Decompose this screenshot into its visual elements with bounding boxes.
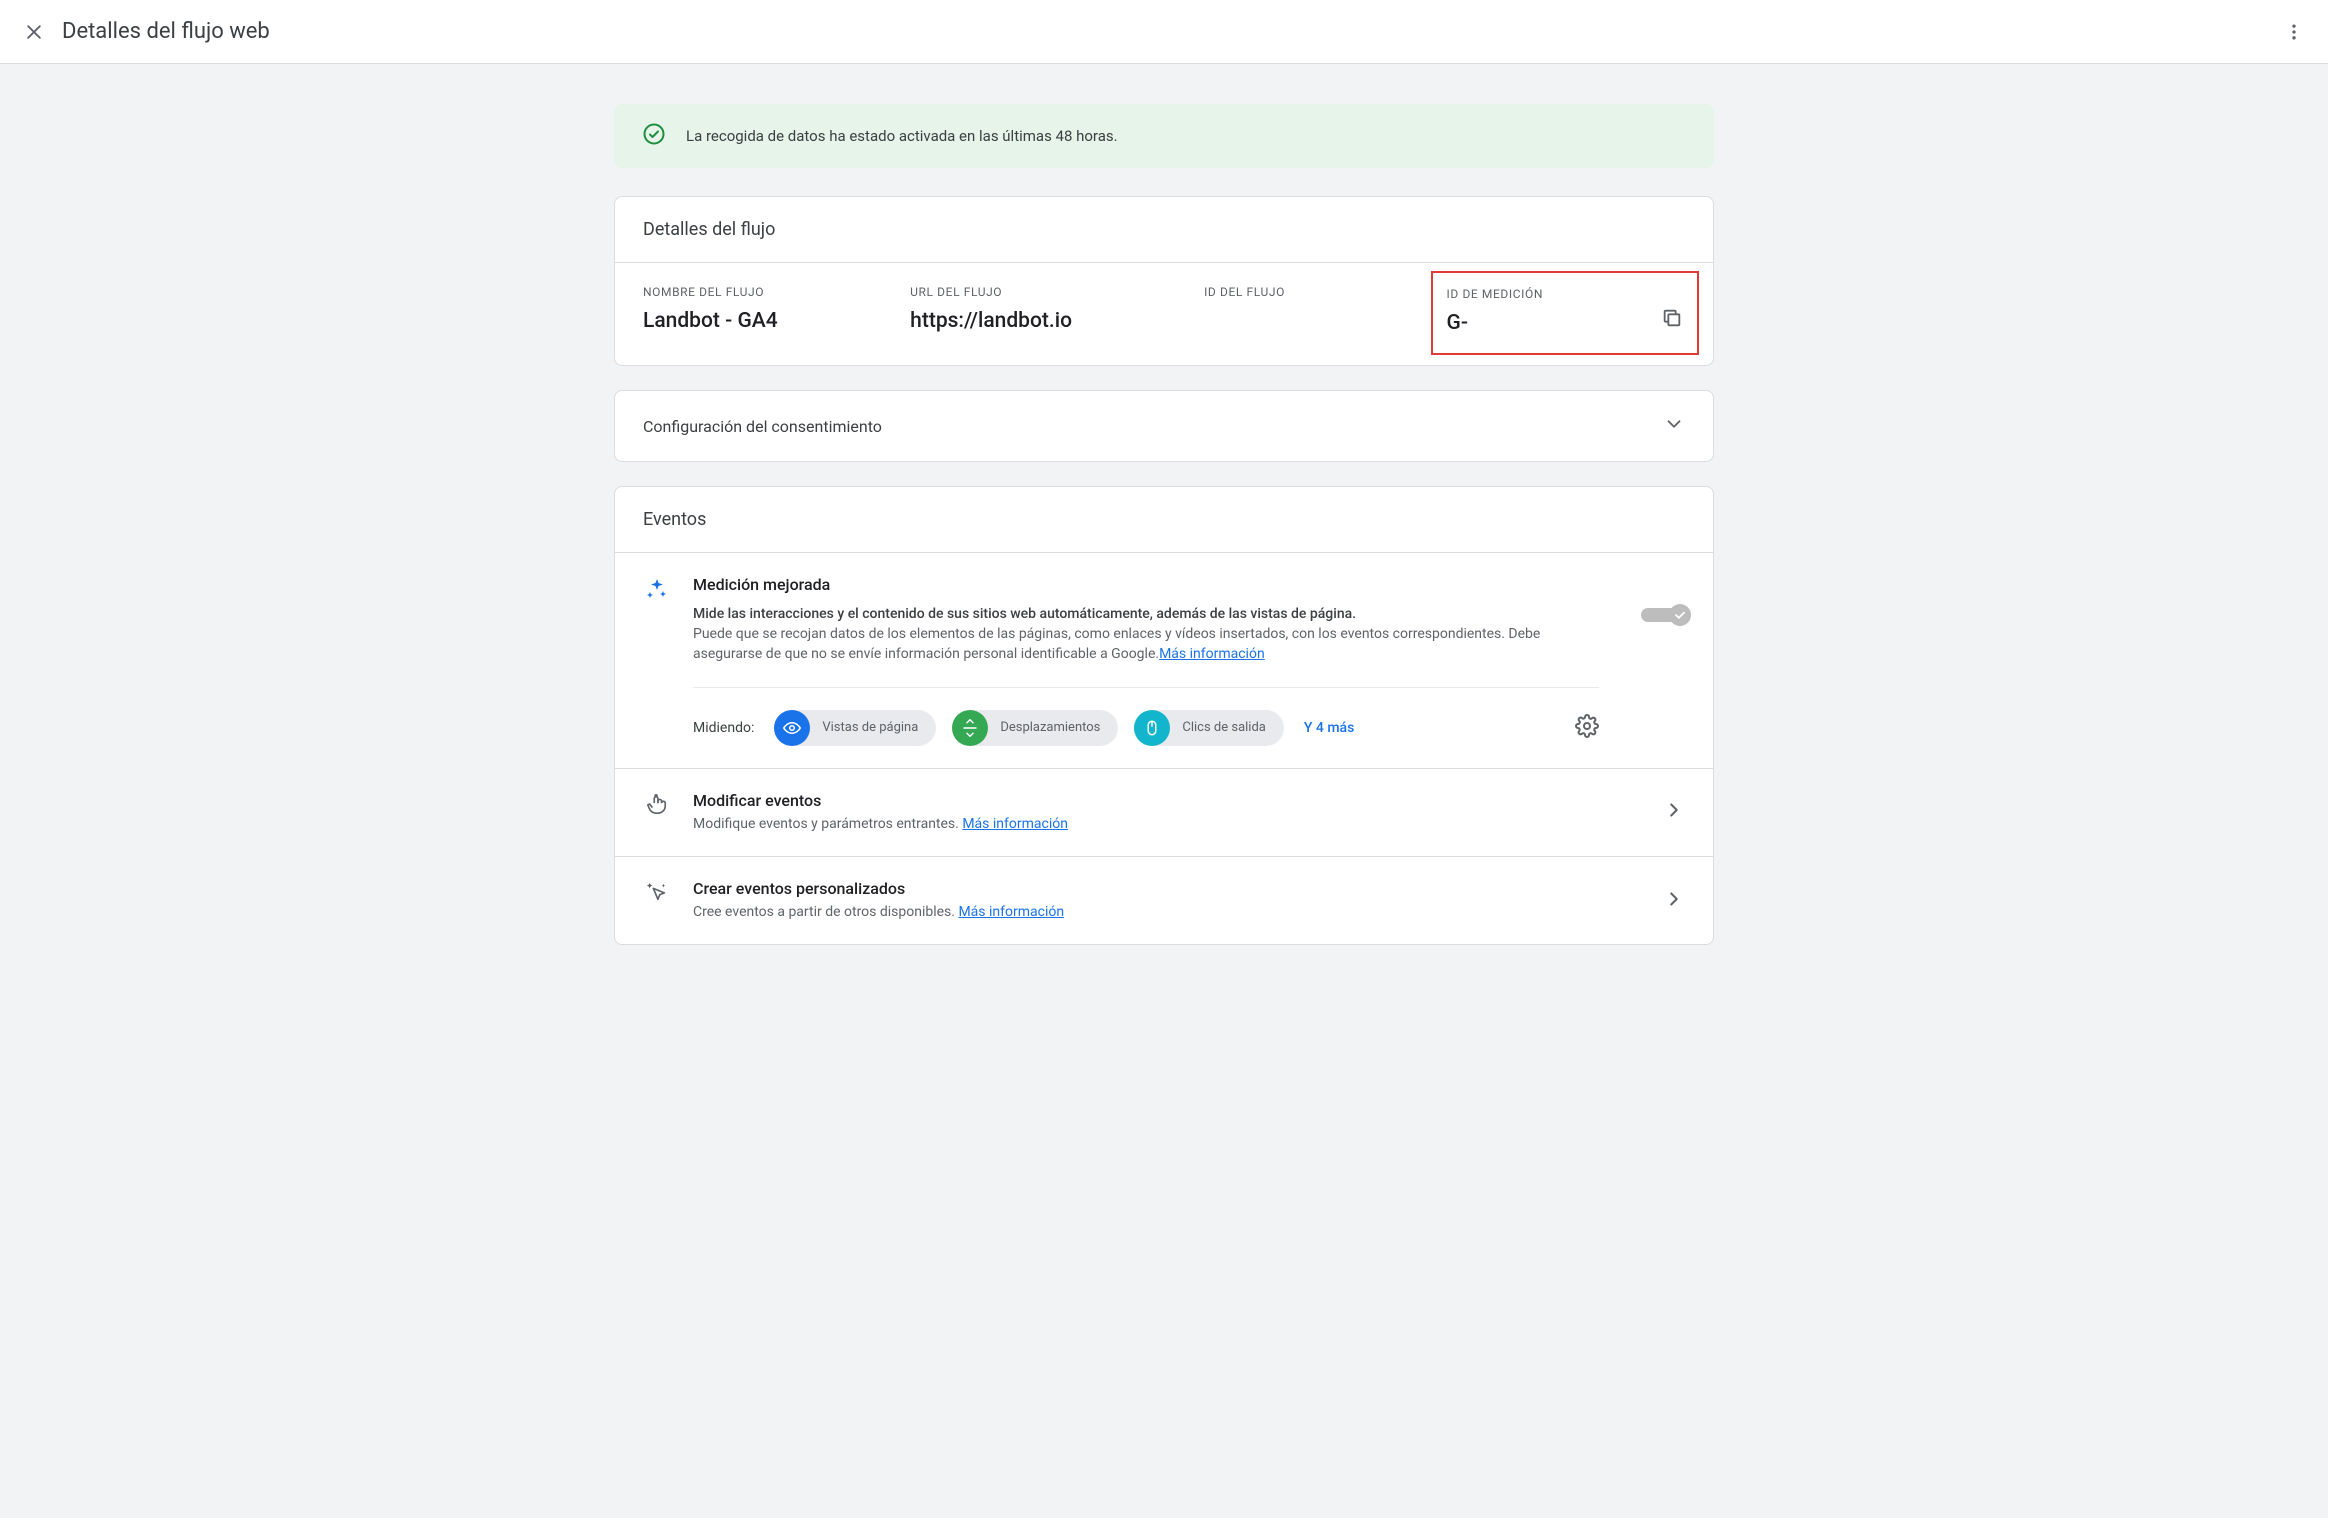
stream-id-label: ID DEL FLUJO: [1204, 285, 1444, 299]
modify-desc: Modifique eventos y parámetros entrantes…: [693, 814, 1641, 834]
measurement-id-field: ID DE MEDICIÓN G-: [1431, 271, 1699, 355]
chevron-right-icon: [1663, 888, 1685, 914]
status-banner: La recogida de datos ha estado activada …: [614, 104, 1714, 168]
modify-body: Modificar eventos Modifique eventos y pa…: [693, 791, 1641, 834]
measuring-label: Midiendo:: [693, 720, 754, 736]
chip-page-views: Vistas de página: [774, 710, 936, 746]
consent-title: Configuración del consentimiento: [643, 417, 882, 436]
create-desc-text: Cree eventos a partir de otros disponibl…: [693, 904, 958, 920]
touch-icon: [643, 791, 671, 815]
toggle-thumb: [1669, 604, 1691, 626]
consent-settings-row[interactable]: Configuración del consentimiento: [614, 390, 1714, 462]
enhanced-sub: Mide las interacciones y el contenido de…: [693, 606, 1599, 622]
stream-name-value: Landbot - GA4: [643, 309, 910, 333]
create-more-link[interactable]: Más información: [958, 904, 1064, 920]
stream-details-card: Detalles del flujo NOMBRE DEL FLUJO Land…: [614, 196, 1714, 366]
eye-icon: [774, 710, 810, 746]
page-title: Detalles del flujo web: [62, 19, 270, 44]
events-title: Eventos: [615, 487, 1713, 553]
sparkles-icon: [643, 575, 671, 601]
chevron-down-icon: [1663, 413, 1685, 439]
check-circle-icon: [642, 122, 666, 150]
chip-page-views-label: Vistas de página: [822, 720, 918, 735]
header-left: Detalles del flujo web: [24, 19, 270, 44]
measuring-row: Midiendo: Vistas de página Desplazamient…: [693, 687, 1599, 746]
stream-url-value: https://landbot.io: [910, 309, 1204, 333]
details-title: Detalles del flujo: [615, 197, 1713, 263]
chevron-right-icon: [1663, 799, 1685, 825]
create-title: Crear eventos personalizados: [693, 879, 1641, 898]
create-events-row[interactable]: Crear eventos personalizados Cree evento…: [615, 857, 1713, 944]
enhanced-toggle[interactable]: [1641, 603, 1685, 627]
measurement-id-value: G-: [1447, 311, 1544, 335]
modify-more-link[interactable]: Más información: [962, 816, 1068, 832]
chip-outbound-label: Clics de salida: [1182, 720, 1265, 735]
stream-id-field: ID DEL FLUJO: [1204, 285, 1444, 337]
chip-scrolls: Desplazamientos: [952, 710, 1118, 746]
stream-name-label: NOMBRE DEL FLUJO: [643, 285, 910, 299]
measurement-id-inner: ID DE MEDICIÓN G-: [1447, 287, 1544, 335]
enhanced-body: Medición mejorada Mide las interacciones…: [693, 575, 1599, 746]
app-header: Detalles del flujo web: [0, 0, 2328, 64]
chip-scrolls-label: Desplazamientos: [1000, 720, 1100, 735]
enhanced-more-link[interactable]: Más información: [1159, 646, 1265, 662]
more-vert-icon[interactable]: [2284, 22, 2304, 42]
stream-url-label: URL DEL FLUJO: [910, 285, 1204, 299]
create-body: Crear eventos personalizados Cree evento…: [693, 879, 1641, 922]
chip-outbound-clicks: Clics de salida: [1134, 710, 1283, 746]
enhanced-desc-text: Puede que se recojan datos de los elemen…: [693, 626, 1540, 662]
gear-icon[interactable]: [1575, 714, 1599, 742]
stream-name-field: NOMBRE DEL FLUJO Landbot - GA4: [643, 285, 910, 337]
modify-events-row[interactable]: Modificar eventos Modifique eventos y pa…: [615, 769, 1713, 857]
scroll-icon: [952, 710, 988, 746]
close-icon[interactable]: [24, 22, 44, 42]
events-card: Eventos Medición mejorada Mide las inter…: [614, 486, 1714, 945]
details-grid: NOMBRE DEL FLUJO Landbot - GA4 URL DEL F…: [615, 263, 1713, 365]
mouse-icon: [1134, 710, 1170, 746]
modify-title: Modificar eventos: [693, 791, 1641, 810]
enhanced-desc: Puede que se recojan datos de los elemen…: [693, 624, 1599, 665]
create-desc: Cree eventos a partir de otros disponibl…: [693, 902, 1641, 922]
page-body: La recogida de datos ha estado activada …: [614, 64, 1714, 945]
enhanced-title: Medición mejorada: [693, 575, 1599, 594]
and-more-link[interactable]: Y 4 más: [1304, 720, 1354, 736]
measurement-id-label: ID DE MEDICIÓN: [1447, 287, 1544, 301]
stream-url-field: URL DEL FLUJO https://landbot.io: [910, 285, 1204, 337]
modify-desc-text: Modifique eventos y parámetros entrantes…: [693, 816, 962, 832]
cursor-sparkle-icon: [643, 879, 671, 903]
enhanced-measurement-row: Medición mejorada Mide las interacciones…: [615, 553, 1713, 769]
copy-icon[interactable]: [1661, 307, 1683, 333]
banner-text: La recogida de datos ha estado activada …: [686, 127, 1118, 145]
